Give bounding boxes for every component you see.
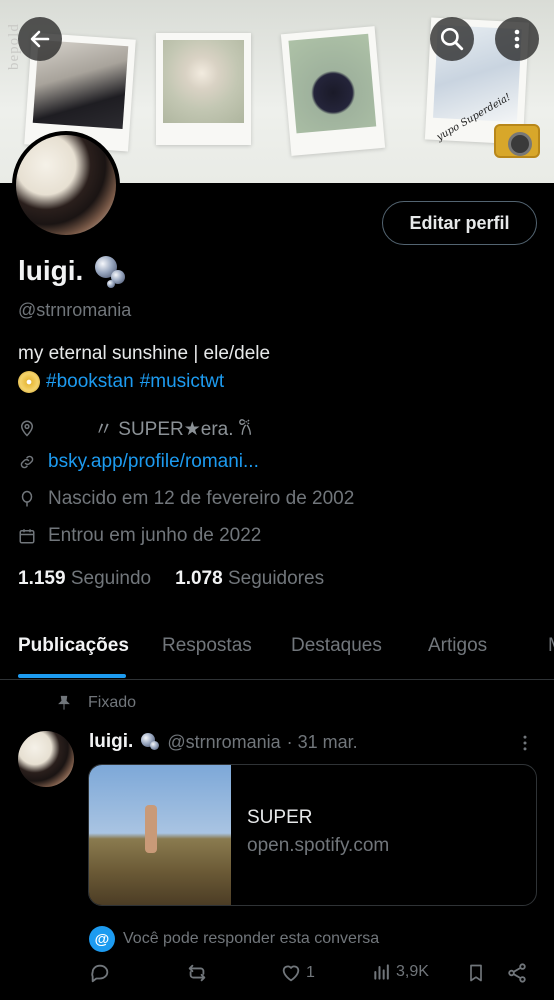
pin-icon [58,695,70,710]
website-link[interactable]: bsky.app/profile/romani... [48,451,259,473]
avatar-image [16,135,116,235]
back-button[interactable] [18,17,62,61]
post-header: luigi. @strnromania · 31 mar. [89,731,358,753]
link-preview-image [89,765,231,905]
post-author-handle[interactable]: @strnromania [167,732,280,753]
link-preview-card[interactable]: SUPER open.spotify.com [88,764,537,906]
post-author-avatar[interactable] [18,731,74,787]
post-more-button[interactable] [515,733,535,758]
followers-link[interactable]: 1.078 Seguidores [175,568,324,590]
heart-icon [282,965,300,982]
pinned-indicator: Fixado [56,694,136,712]
joined-row: Entrou em junho de 2022 [18,525,261,547]
like-count: 1 [306,964,315,981]
dvd-emoji-icon [18,371,40,393]
profile-handle: @strnromania [18,300,132,320]
tab-publicacoes[interactable]: Publicações [18,635,129,657]
share-icon [508,963,526,983]
more-vertical-icon [523,735,527,751]
follow-stats: 1.159 Seguindo 1.078 Seguidores [18,568,324,590]
more-options-button[interactable] [495,17,539,61]
website-row: bsky.app/profile/romani... [18,451,259,473]
banner-polaroid-3 [280,26,386,156]
followers-count: 1.078 [175,568,223,589]
more-vertical-icon [514,29,520,49]
profile-avatar[interactable] [12,131,120,239]
mention-icon: @ [89,926,115,952]
post-actions: 1 3,9K [0,962,554,992]
bookmark-icon [470,964,482,982]
pinned-label: Fixado [88,694,137,711]
tab-midia[interactable]: M [548,635,554,657]
search-icon [440,27,464,51]
profile-tabs: Publicações Respostas Destaques Artigos … [0,618,554,680]
joined-text: Entrou em junho de 2022 [48,525,262,546]
bubbles-emoji-icon [93,254,127,288]
followers-label: Seguidores [227,568,325,589]
arrow-left-icon [30,30,50,48]
location-text: 〃 SUPER★era. 𐙚 [94,419,252,440]
bar-chart-icon [374,964,389,980]
view-count: 3,9K [396,963,429,980]
tab-artigos[interactable]: Artigos [428,635,487,657]
bubbles-emoji-icon [139,731,161,753]
location-pin-icon [18,419,36,437]
bio-line-1: my eternal sunshine | ele/dele [18,343,271,364]
bio-line-2: #bookstan #musictwt [18,371,224,393]
calendar-icon [18,527,36,545]
birthdate-row: Nascido em 12 de fevereiro de 2002 [18,488,354,510]
post-date: · 31 mar. [286,731,358,752]
views-button[interactable]: 3,9K [372,962,429,982]
repost-button[interactable] [186,962,208,984]
edit-profile-button[interactable]: Editar perfil [382,201,537,245]
search-button[interactable] [430,17,474,61]
tab-destaques[interactable]: Destaques [291,635,382,657]
like-button[interactable]: 1 [280,962,315,984]
link-icon [18,453,36,471]
reply-button[interactable] [89,962,111,984]
link-preview-title: SUPER [247,807,313,828]
following-label: Seguindo [70,568,152,589]
bookmark-button[interactable] [466,962,486,984]
hashtag-bookstan[interactable]: #bookstan [46,371,134,393]
following-count: 1.159 [18,568,66,589]
reply-permission-notice: @ Você pode responder esta conversa [89,926,379,952]
tab-respostas[interactable]: Respostas [162,635,252,657]
reply-icon [91,964,109,983]
share-button[interactable] [506,962,528,984]
following-link[interactable]: 1.159 Seguindo [18,568,151,590]
banner-polaroid-2 [156,33,251,145]
repost-icon [188,964,206,982]
location-row: 〃 SUPER★era. 𐙚 [18,414,252,441]
display-name-row: luigi. [18,254,127,288]
hashtag-musictwt[interactable]: #musictwt [140,371,224,393]
display-name: luigi. [18,255,84,286]
post-author-name[interactable]: luigi. [89,731,133,753]
active-tab-indicator [18,674,126,678]
reply-permission-text: Você pode responder esta conversa [123,930,380,947]
link-preview-domain: open.spotify.com [247,835,390,856]
birthdate-text: Nascido em 12 de fevereiro de 2002 [48,488,355,509]
balloon-icon [18,490,36,508]
camera-sticker-icon [494,124,540,158]
